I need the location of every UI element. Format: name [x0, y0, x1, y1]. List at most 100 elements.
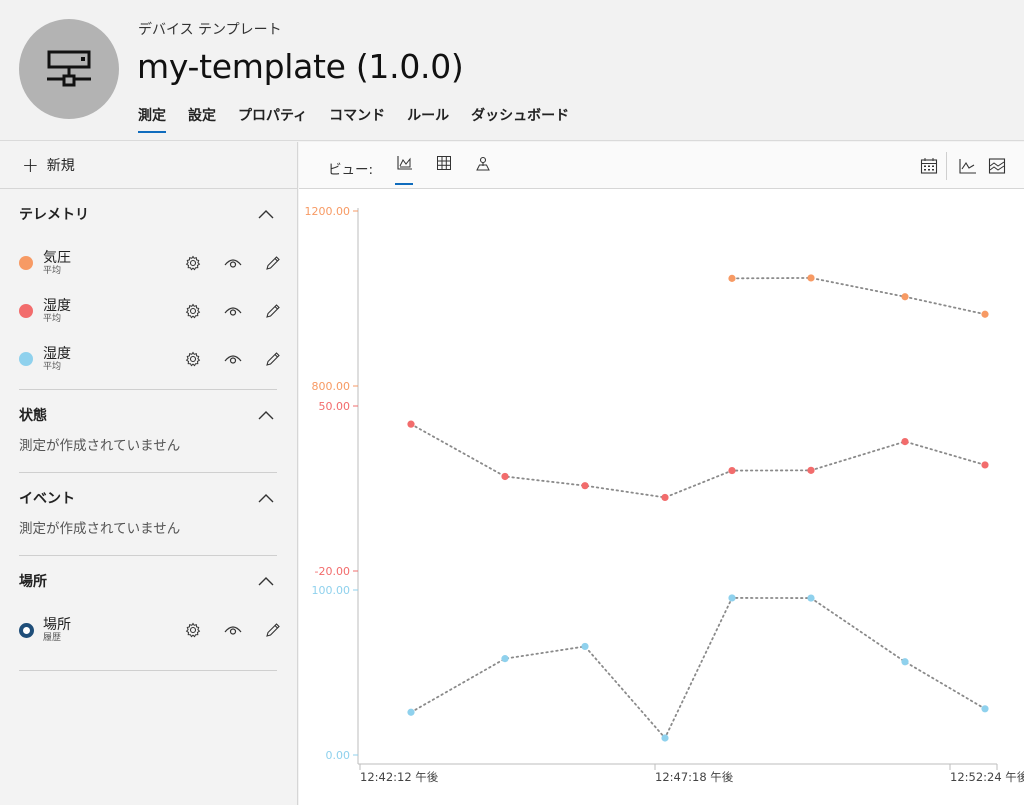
gear-icon[interactable]	[173, 351, 213, 367]
chart-toolbar: ビュー:	[299, 142, 1024, 189]
plus-icon: +	[22, 153, 39, 177]
page-header: デバイス テンプレート my-template (1.0.0) 測定 設定 プロ…	[0, 0, 1024, 141]
y-tick-label: 50.00	[319, 400, 351, 413]
tab-measurements[interactable]: 測定	[138, 105, 166, 133]
empty-message: 測定が作成されていません	[19, 438, 181, 454]
chevron-up-icon[interactable]	[255, 410, 277, 420]
line-chart-icon[interactable]	[395, 155, 414, 185]
page-title: my-template (1.0.0)	[137, 47, 464, 86]
state-header[interactable]: 状態	[19, 390, 277, 440]
eye-icon[interactable]	[213, 353, 253, 365]
y-tick-label: 1200.00	[305, 205, 351, 218]
pencil-icon[interactable]	[253, 622, 293, 638]
data-point	[728, 466, 736, 475]
data-point	[807, 594, 815, 602]
data-point	[581, 482, 589, 490]
pencil-icon[interactable]	[253, 303, 293, 319]
measurement-aggregate: 履歴	[43, 632, 62, 643]
list-item-humidity[interactable]: 湿度 平均	[19, 287, 280, 335]
grid-icon[interactable]	[435, 155, 453, 175]
data-point	[981, 705, 989, 713]
chevron-up-icon[interactable]	[255, 209, 277, 219]
telemetry-section: テレメトリ 気圧 平均 湿度 平均 湿度 平均	[19, 189, 280, 390]
gear-icon[interactable]	[173, 255, 213, 271]
measurement-name: 場所	[43, 616, 71, 633]
data-point	[728, 594, 736, 602]
telemetry-title: テレメトリ	[19, 207, 89, 223]
series-color-dot	[19, 352, 33, 366]
data-point	[501, 655, 509, 663]
data-point	[728, 274, 736, 282]
data-point	[901, 658, 909, 666]
row-actions	[173, 303, 293, 319]
pencil-icon[interactable]	[253, 351, 293, 367]
new-measurement-button[interactable]: + 新規	[0, 142, 297, 189]
row-actions	[173, 622, 293, 638]
data-point	[661, 493, 669, 502]
state-section: 状態 測定が作成されていません	[19, 390, 277, 473]
y-tick-label: 800.00	[312, 380, 351, 393]
eye-icon[interactable]	[213, 305, 253, 317]
data-point	[807, 274, 815, 282]
event-title: イベント	[19, 491, 75, 507]
x-tick-label: 12:47:18 午後	[655, 770, 734, 784]
empty-message: 測定が作成されていません	[19, 521, 181, 537]
data-point	[807, 466, 815, 474]
data-point	[981, 461, 989, 469]
x-tick-label: 12:52:24 午後	[950, 770, 1024, 784]
location-title: 場所	[19, 574, 47, 590]
series-color-dot	[19, 256, 33, 270]
event-header[interactable]: イベント	[19, 473, 277, 523]
new-label: 新規	[46, 158, 75, 174]
area-chart-icon[interactable]	[988, 157, 1006, 179]
eye-icon[interactable]	[213, 257, 253, 269]
breadcrumb: デバイス テンプレート	[138, 22, 282, 38]
view-label: ビュー:	[328, 162, 374, 178]
location-header[interactable]: 場所	[19, 556, 277, 606]
telemetry-chart: 12:42:12 午後 12:47:18 午後 12:52:24 午後 1200.00…	[305, 205, 1024, 784]
chevron-up-icon[interactable]	[255, 576, 277, 586]
list-item-pressure[interactable]: 気圧 平均	[19, 239, 280, 287]
y-tick-label: 100.00	[312, 584, 351, 597]
data-point	[901, 293, 909, 301]
measurement-name: 湿度	[43, 297, 71, 314]
gear-icon[interactable]	[173, 303, 213, 319]
tab-rules[interactable]: ルール	[407, 105, 449, 133]
measurement-aggregate: 平均	[43, 313, 62, 324]
data-point	[407, 708, 415, 716]
measurement-aggregate: 平均	[43, 265, 62, 276]
list-item-location[interactable]: 場所 履歴	[19, 606, 280, 654]
series-line	[731, 277, 986, 316]
series-line	[410, 597, 986, 740]
data-point	[981, 310, 989, 318]
toolbar-divider	[946, 152, 947, 180]
y-tick-label: 0.00	[326, 749, 351, 762]
tab-properties[interactable]: プロパティ	[238, 105, 307, 133]
tab-commands[interactable]: コマンド	[329, 105, 385, 133]
state-title: 状態	[19, 408, 47, 424]
eye-icon[interactable]	[213, 624, 253, 636]
pencil-icon[interactable]	[253, 255, 293, 271]
location-ring-icon	[19, 622, 34, 638]
tab-settings[interactable]: 設定	[188, 105, 216, 133]
calendar-icon[interactable]	[920, 157, 938, 179]
tab-dashboard[interactable]: ダッシュボード	[471, 105, 569, 133]
tab-bar: 測定 設定 プロパティ コマンド ルール ダッシュボード	[138, 105, 591, 133]
measurement-name: 気圧	[43, 249, 71, 266]
device-icon	[47, 50, 91, 87]
series-color-dot	[19, 304, 33, 318]
chart-panel: ビュー: 12:42:12 午後 12:47:18 午後 12:52:24 午後 12…	[299, 142, 1024, 805]
data-point	[661, 734, 669, 742]
row-actions	[173, 351, 293, 367]
gear-icon[interactable]	[173, 622, 213, 638]
measurement-aggregate: 平均	[43, 361, 62, 372]
chevron-up-icon[interactable]	[255, 493, 277, 503]
line-chart-icon[interactable]	[959, 157, 977, 179]
y-tick-label: -20.00	[315, 565, 350, 578]
map-pin-icon[interactable]	[474, 155, 492, 175]
location-section: 場所 場所 履歴	[19, 556, 280, 671]
x-tick-label: 12:42:12 午後	[360, 770, 439, 784]
telemetry-header[interactable]: テレメトリ	[19, 189, 277, 239]
data-point	[901, 437, 909, 446]
list-item-humidity-2[interactable]: 湿度 平均	[19, 335, 280, 383]
